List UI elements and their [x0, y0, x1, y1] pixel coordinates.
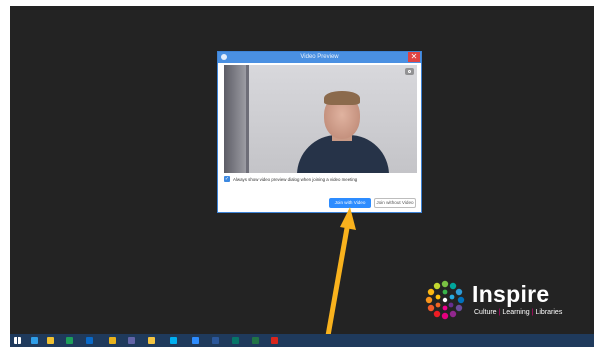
- frame-border-right: [594, 0, 603, 347]
- always-show-preview-checkbox[interactable]: ✓: [224, 176, 230, 182]
- person-hair: [324, 91, 360, 105]
- join-with-video-button[interactable]: Join with Video: [329, 198, 371, 208]
- excel-icon: [252, 337, 259, 344]
- store-taskbar-button[interactable]: [64, 335, 75, 346]
- word-icon: [212, 337, 219, 344]
- inspire-flower-icon: [425, 280, 465, 320]
- teams-taskbar-button[interactable]: [126, 335, 137, 346]
- inspire-tagline: Culture | Learning | Libraries: [474, 309, 562, 316]
- windows-start-icon: [14, 337, 21, 344]
- tagline-learning: Learning: [502, 309, 530, 316]
- chrome-icon: [109, 337, 116, 344]
- taskbar: [10, 334, 594, 347]
- inspire-logo: Inspire Culture | Learning | Libraries: [423, 278, 578, 326]
- internet-explorer-icon: [31, 337, 38, 344]
- chrome-taskbar-button[interactable]: [107, 335, 118, 346]
- outlook-icon: [86, 337, 93, 344]
- internet-explorer-taskbar-button[interactable]: [29, 335, 40, 346]
- acrobat-icon: [271, 337, 278, 344]
- publisher-icon: [232, 337, 239, 344]
- video-background-door: [224, 65, 246, 173]
- inspire-wordmark: Inspire: [472, 281, 550, 307]
- frame-border-left: [0, 0, 10, 347]
- frame-border-top: [0, 0, 603, 6]
- video-door-frame: [246, 65, 249, 173]
- video-preview: [224, 65, 417, 173]
- word-taskbar-button[interactable]: [210, 335, 221, 346]
- video-preview-dialog: Video Preview ✕ ✓ Always show video prev…: [217, 51, 422, 213]
- dialog-titlebar[interactable]: Video Preview ✕: [218, 52, 421, 63]
- outlook-taskbar-button[interactable]: [84, 335, 95, 346]
- folder-icon: [148, 337, 155, 344]
- acrobat-taskbar-button[interactable]: [269, 335, 280, 346]
- windows-start-taskbar-button[interactable]: [12, 335, 23, 346]
- tagline-culture: Culture: [474, 309, 497, 316]
- teams-icon: [128, 337, 135, 344]
- skype-icon: [170, 337, 177, 344]
- zoom-taskbar-button[interactable]: [190, 335, 201, 346]
- file-explorer-taskbar-button[interactable]: [45, 335, 56, 346]
- store-icon: [66, 337, 73, 344]
- always-show-preview-label: Always show video preview dialog when jo…: [233, 177, 358, 182]
- switch-camera-icon[interactable]: [405, 68, 414, 75]
- join-without-video-button[interactable]: Join without Video: [374, 198, 416, 208]
- folder-taskbar-button[interactable]: [146, 335, 157, 346]
- file-explorer-icon: [47, 337, 54, 344]
- skype-taskbar-button[interactable]: [168, 335, 179, 346]
- dialog-title: Video Preview: [300, 54, 339, 60]
- close-button[interactable]: ✕: [408, 52, 420, 62]
- zoom-icon: [192, 337, 199, 344]
- tagline-libraries: Libraries: [535, 309, 563, 316]
- screen: Video Preview ✕ ✓ Always show video prev…: [0, 0, 603, 347]
- excel-taskbar-button[interactable]: [250, 335, 261, 346]
- publisher-taskbar-button[interactable]: [230, 335, 241, 346]
